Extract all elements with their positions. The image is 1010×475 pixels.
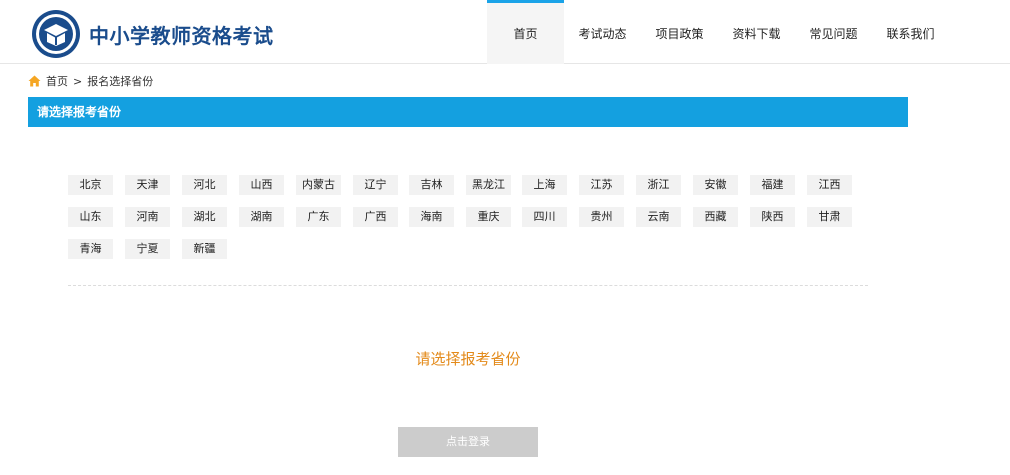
- breadcrumb-current: 报名选择省份: [87, 75, 154, 88]
- dashed-divider: [68, 285, 868, 286]
- province-button[interactable]: 河南: [125, 207, 170, 227]
- province-button[interactable]: 四川: [522, 207, 567, 227]
- province-button[interactable]: 陕西: [750, 207, 795, 227]
- province-button[interactable]: 天津: [125, 175, 170, 195]
- province-button[interactable]: 湖南: [239, 207, 284, 227]
- login-button[interactable]: 点击登录: [398, 427, 538, 457]
- province-button[interactable]: 辽宁: [353, 175, 398, 195]
- site-header: 中小学教师资格考试 首页 考试动态 项目政策 资料下载 常见问题 联系我们: [0, 0, 1010, 64]
- nav-project-policy[interactable]: 项目政策: [641, 0, 718, 64]
- nav-contact[interactable]: 联系我们: [872, 0, 949, 64]
- province-button[interactable]: 海南: [409, 207, 454, 227]
- province-button[interactable]: 江苏: [579, 175, 624, 195]
- province-button[interactable]: 甘肃: [807, 207, 852, 227]
- province-button[interactable]: 福建: [750, 175, 795, 195]
- province-button[interactable]: 黑龙江: [466, 175, 511, 195]
- breadcrumb: 首页 > 报名选择省份: [28, 73, 153, 89]
- province-button[interactable]: 云南: [636, 207, 681, 227]
- province-button[interactable]: 贵州: [579, 207, 624, 227]
- site-logo-icon[interactable]: [31, 9, 81, 59]
- province-button[interactable]: 浙江: [636, 175, 681, 195]
- province-button[interactable]: 上海: [522, 175, 567, 195]
- province-button[interactable]: 山东: [68, 207, 113, 227]
- province-button[interactable]: 新疆: [182, 239, 227, 259]
- province-button[interactable]: 湖北: [182, 207, 227, 227]
- province-button[interactable]: 河北: [182, 175, 227, 195]
- main-nav: 首页 考试动态 项目政策 资料下载 常见问题 联系我们: [487, 0, 949, 64]
- province-button[interactable]: 西藏: [693, 207, 738, 227]
- province-button[interactable]: 内蒙古: [296, 175, 341, 195]
- nav-downloads[interactable]: 资料下载: [718, 0, 795, 64]
- province-button[interactable]: 吉林: [409, 175, 454, 195]
- breadcrumb-separator: >: [73, 74, 83, 88]
- province-button[interactable]: 青海: [68, 239, 113, 259]
- home-icon: [28, 75, 41, 87]
- breadcrumb-home-link[interactable]: 首页: [46, 73, 68, 89]
- site-title: 中小学教师资格考试: [89, 24, 274, 48]
- province-button[interactable]: 北京: [68, 175, 113, 195]
- nav-home[interactable]: 首页: [487, 0, 564, 64]
- section-title-bar: 请选择报考省份: [28, 97, 908, 127]
- province-button[interactable]: 重庆: [466, 207, 511, 227]
- province-button[interactable]: 宁夏: [125, 239, 170, 259]
- select-province-prompt: 请选择报考省份: [415, 350, 521, 368]
- province-button[interactable]: 安徽: [693, 175, 738, 195]
- province-button[interactable]: 广东: [296, 207, 341, 227]
- province-button[interactable]: 山西: [239, 175, 284, 195]
- province-button[interactable]: 广西: [353, 207, 398, 227]
- nav-exam-news[interactable]: 考试动态: [564, 0, 641, 64]
- province-button[interactable]: 江西: [807, 175, 852, 195]
- nav-faq[interactable]: 常见问题: [795, 0, 872, 64]
